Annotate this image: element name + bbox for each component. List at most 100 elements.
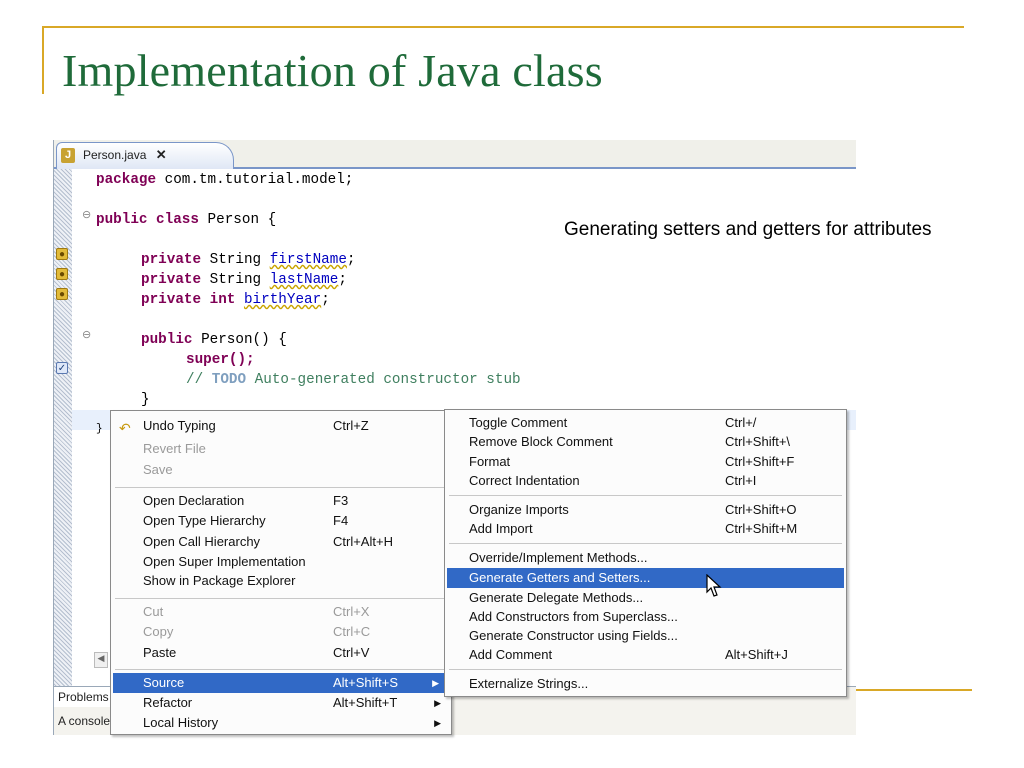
menu-item-label: Paste: [143, 645, 177, 660]
code-line: package com.tm.tutorial.model;: [96, 170, 353, 190]
java-file-icon: J: [61, 148, 75, 163]
menu-item-externalize-strings[interactable]: Externalize Strings...: [445, 674, 846, 694]
menu-separator: [115, 487, 447, 488]
code-field: lastName: [269, 272, 339, 288]
undo-icon: ↶: [119, 420, 131, 436]
fold-toggle-icon[interactable]: ⊖: [82, 328, 91, 341]
menu-item-label: Show in Package Explorer: [143, 573, 296, 588]
menu-separator: [115, 669, 447, 670]
close-icon[interactable]: ✕: [156, 147, 167, 162]
menu-item-generate-constructor-fields[interactable]: Generate Constructor using Fields...: [445, 626, 846, 646]
menu-item-label: Format: [469, 454, 511, 469]
source-submenu: Toggle Comment Ctrl+/ Remove Block Comme…: [444, 409, 847, 697]
menu-item-correct-indentation[interactable]: Correct Indentation Ctrl+I: [445, 471, 846, 491]
submenu-arrow-icon: ▶: [434, 718, 441, 728]
menu-item-override-implement-methods[interactable]: Override/Implement Methods...: [445, 548, 846, 568]
menu-separator: [449, 543, 842, 544]
menu-item-source[interactable]: Source Alt+Shift+S ▶: [113, 673, 449, 693]
code-keyword: private int: [141, 292, 236, 308]
code-text: String: [201, 252, 270, 268]
menu-item-label: Add Import: [469, 521, 533, 536]
code-line: }: [96, 423, 103, 435]
menu-item-toggle-comment[interactable]: Toggle Comment Ctrl+/: [445, 413, 846, 433]
menu-item-format[interactable]: Format Ctrl+Shift+F: [445, 452, 846, 472]
menu-item-label: Copy: [143, 624, 174, 639]
menu-item-revert-file[interactable]: Revert File: [111, 439, 451, 459]
menu-item-copy[interactable]: Copy Ctrl+C: [111, 622, 451, 642]
menu-item-shortcut: Ctrl+X: [333, 604, 370, 619]
menu-separator: [449, 669, 842, 670]
code-keyword: package: [96, 172, 157, 188]
editor-tab-bar: J Person.java ✕: [54, 140, 856, 169]
code-keyword: private: [141, 272, 202, 288]
menu-item-local-history[interactable]: Local History ▶: [111, 713, 451, 733]
scroll-left-button[interactable]: ◀: [94, 652, 108, 668]
menu-item-remove-block-comment[interactable]: Remove Block Comment Ctrl+Shift+\: [445, 432, 846, 452]
tab-label: Person.java: [83, 148, 147, 162]
code-keyword: private: [141, 252, 202, 268]
slide-top-rule: [42, 26, 964, 28]
code-line: public class Person {: [96, 210, 276, 230]
code-line: super();: [186, 350, 255, 370]
code-field: firstName: [269, 252, 347, 268]
menu-item-label: Correct Indentation: [469, 473, 580, 488]
code-todo: TODO: [211, 372, 247, 388]
code-comment: Auto-generated constructor stub: [246, 372, 521, 388]
menu-item-generate-getters-setters[interactable]: Generate Getters and Setters...: [447, 568, 844, 588]
menu-item-show-in-package-explorer[interactable]: Show in Package Explorer: [111, 571, 451, 591]
menu-item-label: Open Type Hierarchy: [143, 513, 266, 528]
menu-item-label: Generate Delegate Methods...: [469, 590, 644, 605]
menu-item-open-super-implementation[interactable]: Open Super Implementation: [111, 552, 451, 572]
menu-item-label: Open Super Implementation: [143, 554, 306, 569]
menu-item-shortcut: Alt+Shift+T: [333, 695, 398, 710]
menu-item-add-import[interactable]: Add Import Ctrl+Shift+M: [445, 519, 846, 539]
menu-item-shortcut: Ctrl+Z: [333, 418, 369, 433]
menu-item-label: Organize Imports: [469, 502, 569, 517]
menu-item-label: Local History: [143, 715, 219, 730]
menu-item-shortcut: Ctrl+V: [333, 645, 370, 660]
menu-item-label: Toggle Comment: [469, 415, 568, 430]
menu-item-refactor[interactable]: Refactor Alt+Shift+T ▶: [111, 693, 451, 713]
menu-item-shortcut: Ctrl+I: [725, 473, 757, 488]
problems-tab[interactable]: Problems: [54, 687, 112, 707]
menu-item-shortcut: Ctrl+Shift+M: [725, 521, 798, 536]
menu-item-shortcut: Ctrl+C: [333, 624, 371, 639]
menu-item-open-type-hierarchy[interactable]: Open Type Hierarchy F4: [111, 511, 451, 531]
context-menu: ↶ Undo Typing Ctrl+Z Revert File Save Op…: [110, 410, 452, 735]
menu-item-shortcut: Ctrl+Alt+H: [333, 534, 393, 549]
editor-gutter: ● ● ● ✓: [54, 169, 72, 689]
menu-item-paste[interactable]: Paste Ctrl+V: [111, 643, 451, 663]
menu-item-save[interactable]: Save: [111, 460, 451, 480]
code-line: public Person() {: [141, 330, 287, 350]
fold-toggle-icon[interactable]: ⊖: [82, 208, 91, 221]
menu-item-shortcut: F3: [333, 493, 349, 508]
menu-item-add-constructors-superclass[interactable]: Add Constructors from Superclass...: [445, 607, 846, 627]
menu-item-undo-typing[interactable]: ↶ Undo Typing Ctrl+Z: [111, 416, 451, 436]
menu-item-label: Generate Getters and Setters...: [469, 570, 651, 585]
menu-item-open-call-hierarchy[interactable]: Open Call Hierarchy Ctrl+Alt+H: [111, 532, 451, 552]
field-marker-icon: ●: [56, 288, 68, 300]
menu-item-label: Externalize Strings...: [469, 676, 589, 691]
menu-item-add-comment[interactable]: Add Comment Alt+Shift+J: [445, 645, 846, 665]
field-marker-icon: ●: [56, 268, 68, 280]
menu-item-shortcut: Ctrl+Shift+\: [725, 434, 791, 449]
code-line: }: [141, 392, 150, 408]
menu-item-cut[interactable]: Cut Ctrl+X: [111, 602, 451, 622]
menu-item-label: Override/Implement Methods...: [469, 550, 648, 565]
menu-item-organize-imports[interactable]: Organize Imports Ctrl+Shift+O: [445, 500, 846, 520]
menu-item-label: Add Constructors from Superclass...: [469, 609, 678, 624]
menu-item-open-declaration[interactable]: Open Declaration F3: [111, 491, 451, 511]
code-keyword: public: [141, 332, 193, 348]
menu-item-label: Open Call Hierarchy: [143, 534, 261, 549]
menu-item-generate-delegate-methods[interactable]: Generate Delegate Methods...: [445, 588, 846, 608]
slide-title: Implementation of Java class: [62, 45, 603, 96]
code-line: private int birthYear;: [141, 292, 330, 308]
menu-item-label: Open Declaration: [143, 493, 245, 508]
menu-item-label: Save: [143, 462, 173, 477]
slide-note: Generating setters and getters for attri…: [564, 219, 932, 240]
field-marker-icon: ●: [56, 248, 68, 260]
menu-item-shortcut: F4: [333, 513, 349, 528]
tab-person-java[interactable]: J Person.java ✕: [56, 142, 234, 169]
menu-separator: [449, 495, 842, 496]
code-line: private String firstName;: [141, 252, 356, 268]
